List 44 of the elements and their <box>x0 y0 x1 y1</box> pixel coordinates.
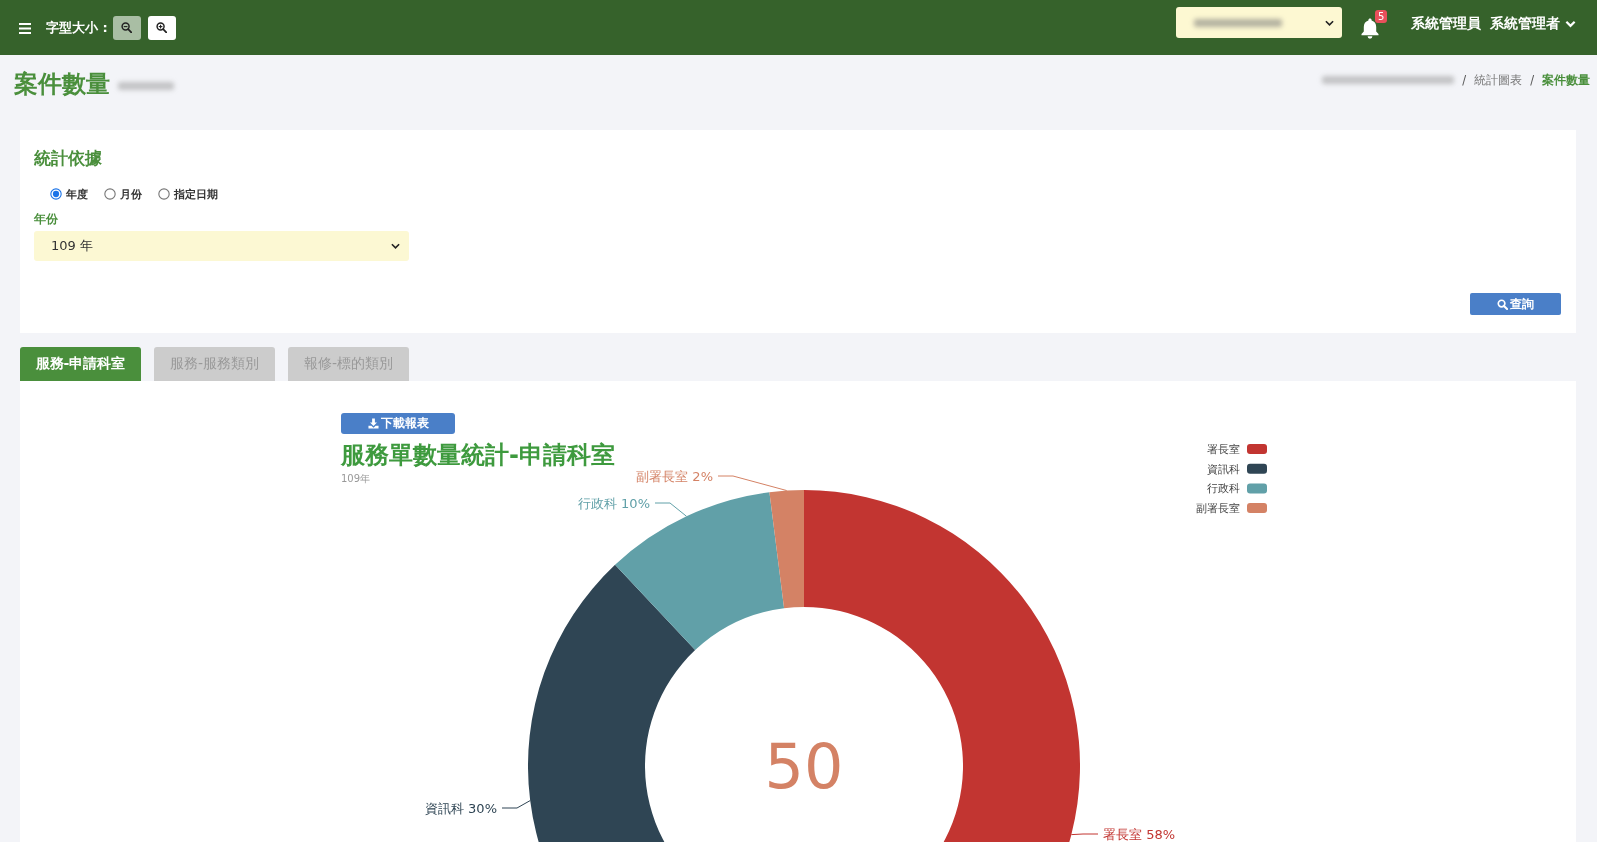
menu-icon[interactable] <box>19 23 31 34</box>
tab[interactable]: 服務-申請科室 <box>20 347 141 381</box>
radio-option[interactable]: 指定日期 <box>158 186 218 202</box>
leader-line <box>654 502 687 517</box>
legend-label[interactable]: 行政科 <box>1207 482 1240 496</box>
download-button[interactable]: 下載報表 <box>341 413 455 434</box>
total-count: 50 <box>764 729 844 803</box>
download-icon <box>367 418 379 429</box>
leader-line <box>501 800 531 809</box>
chart-title: 服務單數量統計-申請科室 <box>341 441 615 469</box>
year-select[interactable]: 109 年 <box>34 231 409 261</box>
query-button[interactable]: 查詢 <box>1470 293 1561 315</box>
search-icon <box>1497 298 1508 310</box>
slice-label: 行政科 10% <box>577 495 650 511</box>
zoom-out-icon <box>121 22 133 33</box>
slice-label: 資訊科 30% <box>424 800 497 816</box>
slice-label: 副署長室 2% <box>636 468 713 484</box>
zoom-in-button[interactable] <box>147 15 176 40</box>
section-title: 統計依據 <box>34 148 102 168</box>
bell-icon[interactable] <box>1360 16 1380 39</box>
zoom-in-icon <box>156 22 168 33</box>
legend-label[interactable]: 副署長室 <box>1196 502 1240 516</box>
breadcrumb-item[interactable]: 統計圖表 <box>1474 73 1523 87</box>
leader-line <box>717 475 788 492</box>
blurred-text <box>118 82 174 90</box>
breadcrumb-separator: / <box>1530 73 1534 87</box>
field-label: 年份 <box>34 211 58 227</box>
leader-line <box>1070 833 1099 836</box>
breadcrumb-item: 案件數量 <box>1542 73 1590 87</box>
chevron-down-icon <box>391 243 400 249</box>
slice-label: 署長室 58% <box>1103 826 1176 842</box>
user-menu[interactable]: 系統管理者 <box>1490 14 1576 33</box>
breadcrumb-separator: / <box>1462 73 1467 87</box>
legend-label[interactable]: 署長室 <box>1207 443 1240 456</box>
font-size-label: 字型大小 : <box>46 18 108 37</box>
chevron-down-icon <box>1325 19 1334 26</box>
page-title: 案件數量 <box>14 69 110 99</box>
notification-badge: 5 <box>1375 9 1388 23</box>
radio-option[interactable]: 年度 <box>50 186 88 202</box>
user-role: 系統管理員 <box>1411 14 1481 33</box>
radio-option[interactable]: 月份 <box>104 186 142 202</box>
chevron-down-icon <box>1565 19 1576 28</box>
chart-subtitle: 109年 <box>341 473 371 484</box>
legend-label[interactable]: 資訊科 <box>1207 462 1240 476</box>
